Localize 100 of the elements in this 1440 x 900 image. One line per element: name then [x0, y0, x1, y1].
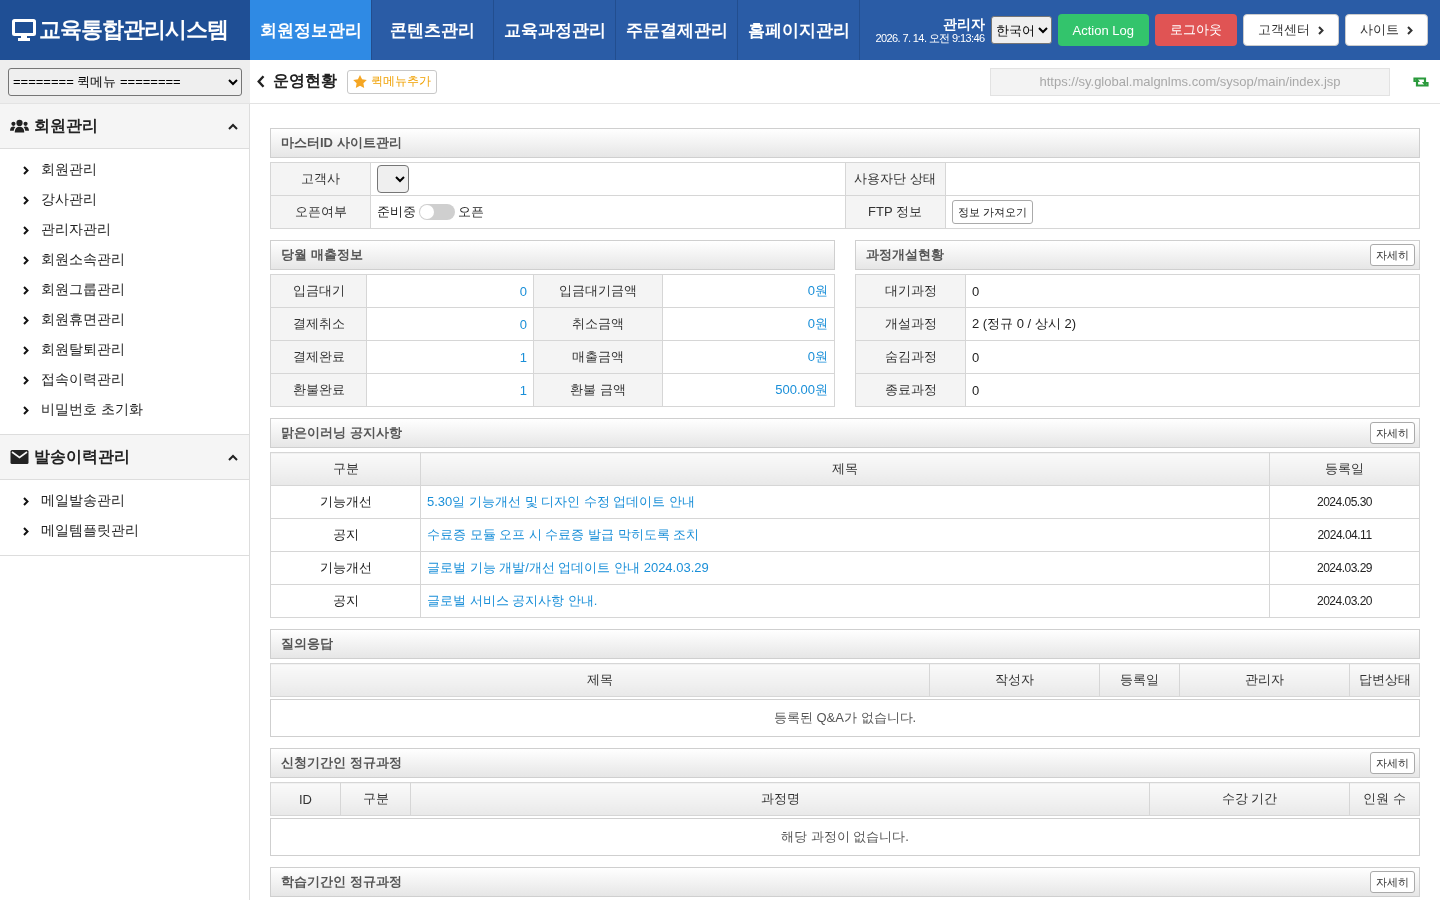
column-header: ID: [270, 782, 341, 816]
chevron-right-icon: [23, 526, 29, 536]
field-label: 종료과정: [855, 373, 966, 407]
section-title: 마스터ID 사이트관리: [281, 134, 402, 152]
sidebar-item[interactable]: 회원탈퇴관리: [0, 335, 249, 365]
chevron-right-icon: [23, 285, 29, 295]
column-header: 수강 기간: [1149, 782, 1350, 816]
table-cell: 0: [366, 274, 534, 308]
users-icon: [10, 119, 29, 133]
table-cell: 0: [965, 274, 1420, 308]
nav-tab[interactable]: 콘텐츠관리: [372, 0, 494, 60]
sidebar-item[interactable]: 메일템플릿관리: [0, 516, 249, 546]
column-header: 인원 수: [1349, 782, 1420, 816]
table-cell: 2024.03.20: [1269, 584, 1420, 618]
sidebar-item[interactable]: 비밀번호 초기화: [0, 395, 249, 425]
sidebar-item[interactable]: 강사관리: [0, 185, 249, 215]
chevron-right-icon: [1407, 25, 1413, 35]
empty-message: 등록된 Q&A가 없습니다.: [270, 699, 1420, 737]
notice-link[interactable]: 수료증 모듈 오프 시 수료증 발급 막히도록 조치: [427, 527, 700, 542]
section-title: 맑은이러닝 공지사항: [281, 424, 402, 442]
notice-link[interactable]: 글로벌 서비스 공지사항 안내.: [427, 593, 598, 608]
table-cell: 1: [366, 340, 534, 374]
url-field: https://sy.global.malgnlms.com/sysop/main/index.jsp: [990, 67, 1390, 96]
field-label: 대기과정: [855, 274, 966, 308]
column-header: 등록일: [1099, 663, 1180, 697]
page-title: 운영현황: [273, 71, 337, 91]
toggle-label: 오픈: [458, 203, 484, 221]
refresh-icon[interactable]: [1411, 74, 1431, 89]
table-cell: 2024.05.30: [1269, 485, 1420, 519]
field-label: 사용자단 상태: [845, 162, 945, 196]
section-title: 과정개설현황: [866, 246, 944, 264]
notice-link[interactable]: 5.30일 기능개선 및 디자인 수정 업데이트 안내: [427, 494, 695, 509]
column-header: 작성자: [929, 663, 1100, 697]
sidebar-item[interactable]: 회원그룹관리: [0, 275, 249, 305]
field-label: 오픈여부: [270, 195, 371, 229]
detail-button[interactable]: 자세히: [1370, 752, 1415, 774]
caret-up-icon[interactable]: [228, 122, 238, 130]
field-label: 결제취소: [270, 307, 367, 341]
chevron-right-icon: [23, 255, 29, 265]
field-label: FTP 정보: [845, 195, 945, 229]
notice-link[interactable]: 글로벌 기능 개발/개선 업데이트 안내 2024.03.29: [427, 560, 709, 575]
column-header: 제목: [270, 663, 930, 697]
field-label: 입금대기: [270, 274, 367, 308]
user-role: 관리자: [942, 15, 985, 32]
table-cell: 0원: [662, 340, 835, 374]
chevron-left-icon[interactable]: [257, 75, 265, 88]
chevron-right-icon: [23, 165, 29, 175]
caret-up-icon[interactable]: [228, 453, 238, 461]
detail-button[interactable]: 자세히: [1370, 871, 1415, 893]
toggle-switch[interactable]: [419, 204, 455, 220]
field-label: 매출금액: [533, 340, 663, 374]
table-cell: 공지: [270, 518, 421, 552]
chevron-right-icon: [23, 496, 29, 506]
app-title: 교육통합관리시스템: [39, 16, 228, 44]
sidebar-item[interactable]: 회원휴면관리: [0, 305, 249, 335]
fetch-info-button[interactable]: 정보 가져오기: [951, 200, 1033, 224]
table-cell: 기능개선: [270, 485, 421, 519]
quick-menu-select[interactable]: ======== 퀵메뉴 ========: [8, 67, 242, 96]
chevron-right-icon: [23, 315, 29, 325]
nav-tab[interactable]: 홈페이지관리: [738, 0, 860, 60]
site-button[interactable]: 사이트: [1345, 14, 1428, 46]
nav-tab[interactable]: 주문결제관리: [616, 0, 738, 60]
sidebar-item[interactable]: 관리자관리: [0, 215, 249, 245]
monitor-icon: [12, 19, 36, 41]
column-header: 등록일: [1269, 452, 1420, 486]
customer-center-button[interactable]: 고객센터: [1243, 14, 1339, 46]
table-cell: 1: [366, 373, 534, 407]
section-title: 당월 매출정보: [281, 246, 363, 264]
table-cell: 0원: [662, 274, 835, 308]
client-select[interactable]: [377, 165, 409, 193]
column-header: 제목: [420, 452, 1270, 486]
table-cell: 0: [366, 307, 534, 341]
detail-button[interactable]: 자세히: [1370, 244, 1415, 266]
logout-button[interactable]: 로그아웃: [1155, 14, 1237, 46]
field-label: 고객사: [270, 162, 371, 196]
language-select[interactable]: 한국어: [990, 16, 1052, 44]
empty-message: 해당 과정이 없습니다.: [270, 818, 1420, 856]
nav-tab[interactable]: 회원정보관리: [250, 0, 372, 60]
field-label: 취소금액: [533, 307, 663, 341]
sidebar-item[interactable]: 회원관리: [0, 155, 249, 185]
field-label: 입금대기금액: [533, 274, 663, 308]
column-header: 관리자: [1179, 663, 1350, 697]
star-icon: [353, 75, 367, 88]
section-title: 학습기간인 정규과정: [281, 873, 402, 891]
envelope-icon: [10, 450, 29, 464]
sidebar-item[interactable]: 접속이력관리: [0, 365, 249, 395]
chevron-right-icon: [23, 195, 29, 205]
column-header: 과정명: [410, 782, 1150, 816]
chevron-right-icon: [23, 225, 29, 235]
chevron-right-icon: [23, 345, 29, 355]
sidebar-item[interactable]: 회원소속관리: [0, 245, 249, 275]
table-cell: 0: [965, 373, 1420, 407]
sidebar-group-header[interactable]: 발송이력관리: [0, 435, 249, 480]
table-cell: 0원: [662, 307, 835, 341]
field-label: 환불완료: [270, 373, 367, 407]
nav-tab[interactable]: 교육과정관리: [494, 0, 616, 60]
sidebar-item[interactable]: 메일발송관리: [0, 486, 249, 516]
sidebar-group-header[interactable]: 회원관리: [0, 104, 249, 149]
table-cell: 공지: [270, 584, 421, 618]
detail-button[interactable]: 자세히: [1370, 422, 1415, 444]
